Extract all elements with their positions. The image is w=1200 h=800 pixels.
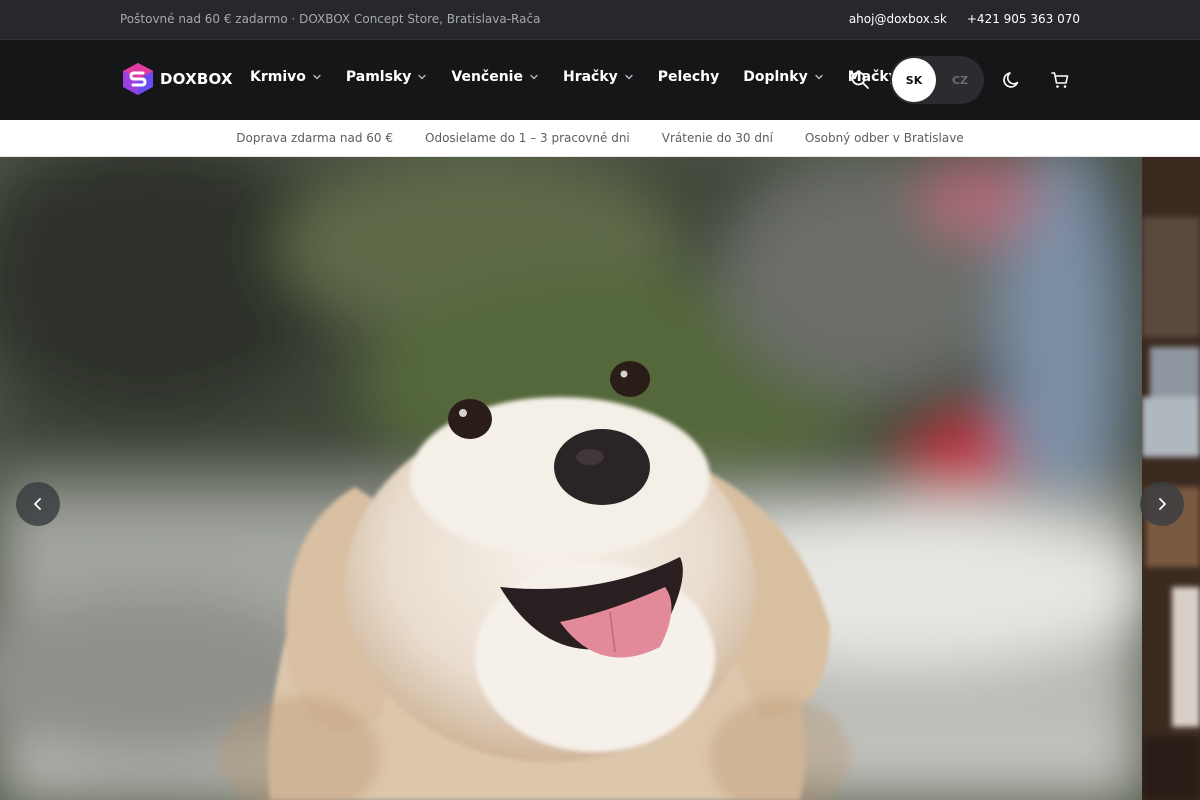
language-cz-option[interactable]: CZ [938, 58, 982, 102]
menu-item-label: Krmivo [250, 69, 306, 85]
phone-link[interactable]: +421 905 363 070 [967, 12, 1080, 26]
menu-item-label: Venčenie [451, 69, 523, 85]
search-icon[interactable] [850, 70, 870, 90]
category-menu: Krmivo Pamlsky Venčenie Hračky Pelechy Doplnk… [250, 69, 938, 85]
contact-links: ahoj@doxbox.sk +421 905 363 070 [849, 12, 1080, 26]
menu-item-label: Doplnky [743, 69, 808, 85]
hero-carousel [0, 157, 1200, 800]
hero-slide-image [0, 157, 1142, 800]
menu-item-label: Pamlsky [345, 69, 412, 85]
menu-item-vencenie[interactable]: Venčenie [451, 69, 539, 85]
email-link[interactable]: ahoj@doxbox.sk [849, 12, 947, 26]
top-info-bar: Poštovné nad 60 € zadarmo · DOXBOX Conce… [0, 0, 1200, 40]
chevron-down-icon [418, 74, 427, 80]
menu-item-label: Pelechy [657, 69, 720, 85]
chevron-down-icon [815, 74, 823, 80]
menu-item-hracky[interactable]: Hračky [563, 69, 634, 85]
chevron-left-icon [34, 498, 41, 510]
benefit-dispatch-time: Odosielame do 1 – 3 pracovné dni [425, 131, 630, 145]
shipping-promo-text: Poštovné nad 60 € zadarmo · DOXBOX Conce… [120, 12, 541, 26]
chevron-right-icon [1159, 498, 1166, 510]
carousel-prev-button[interactable] [16, 482, 60, 526]
cart-icon[interactable] [1050, 70, 1070, 90]
benefits-bar: Doprava zdarma nad 60 € Odosielame do 1 … [0, 120, 1200, 157]
menu-item-pamlsky[interactable]: Pamlsky [346, 69, 428, 85]
logo-cube-icon [123, 63, 153, 95]
moon-icon[interactable] [1002, 70, 1022, 90]
chevron-down-icon [313, 74, 321, 80]
menu-item-doplnky[interactable]: Doplnky [743, 69, 823, 85]
brand-logo[interactable]: DOXBOX [122, 62, 233, 96]
main-navigation: DOXBOX Krmivo Pamlsky Venčenie Hračky Pelech… [0, 40, 1200, 120]
menu-item-label: Hračky [562, 69, 618, 85]
benefit-pickup: Osobný odber v Bratislave [804, 131, 964, 145]
brand-name: DOXBOX [160, 70, 233, 88]
next-slide-preview-image [1142, 157, 1200, 800]
language-sk-option[interactable]: SK [892, 58, 936, 102]
menu-item-krmivo[interactable]: Krmivo [250, 69, 322, 85]
language-switch[interactable]: SK CZ [890, 56, 984, 104]
benefit-free-shipping: Doprava zdarma nad 60 € [236, 131, 394, 145]
chevron-down-icon [625, 74, 633, 80]
chevron-down-icon [530, 74, 538, 80]
benefit-returns: Vrátenie do 30 dní [661, 131, 773, 145]
menu-item-pelechy[interactable]: Pelechy [658, 69, 719, 85]
carousel-next-button[interactable] [1140, 482, 1184, 526]
